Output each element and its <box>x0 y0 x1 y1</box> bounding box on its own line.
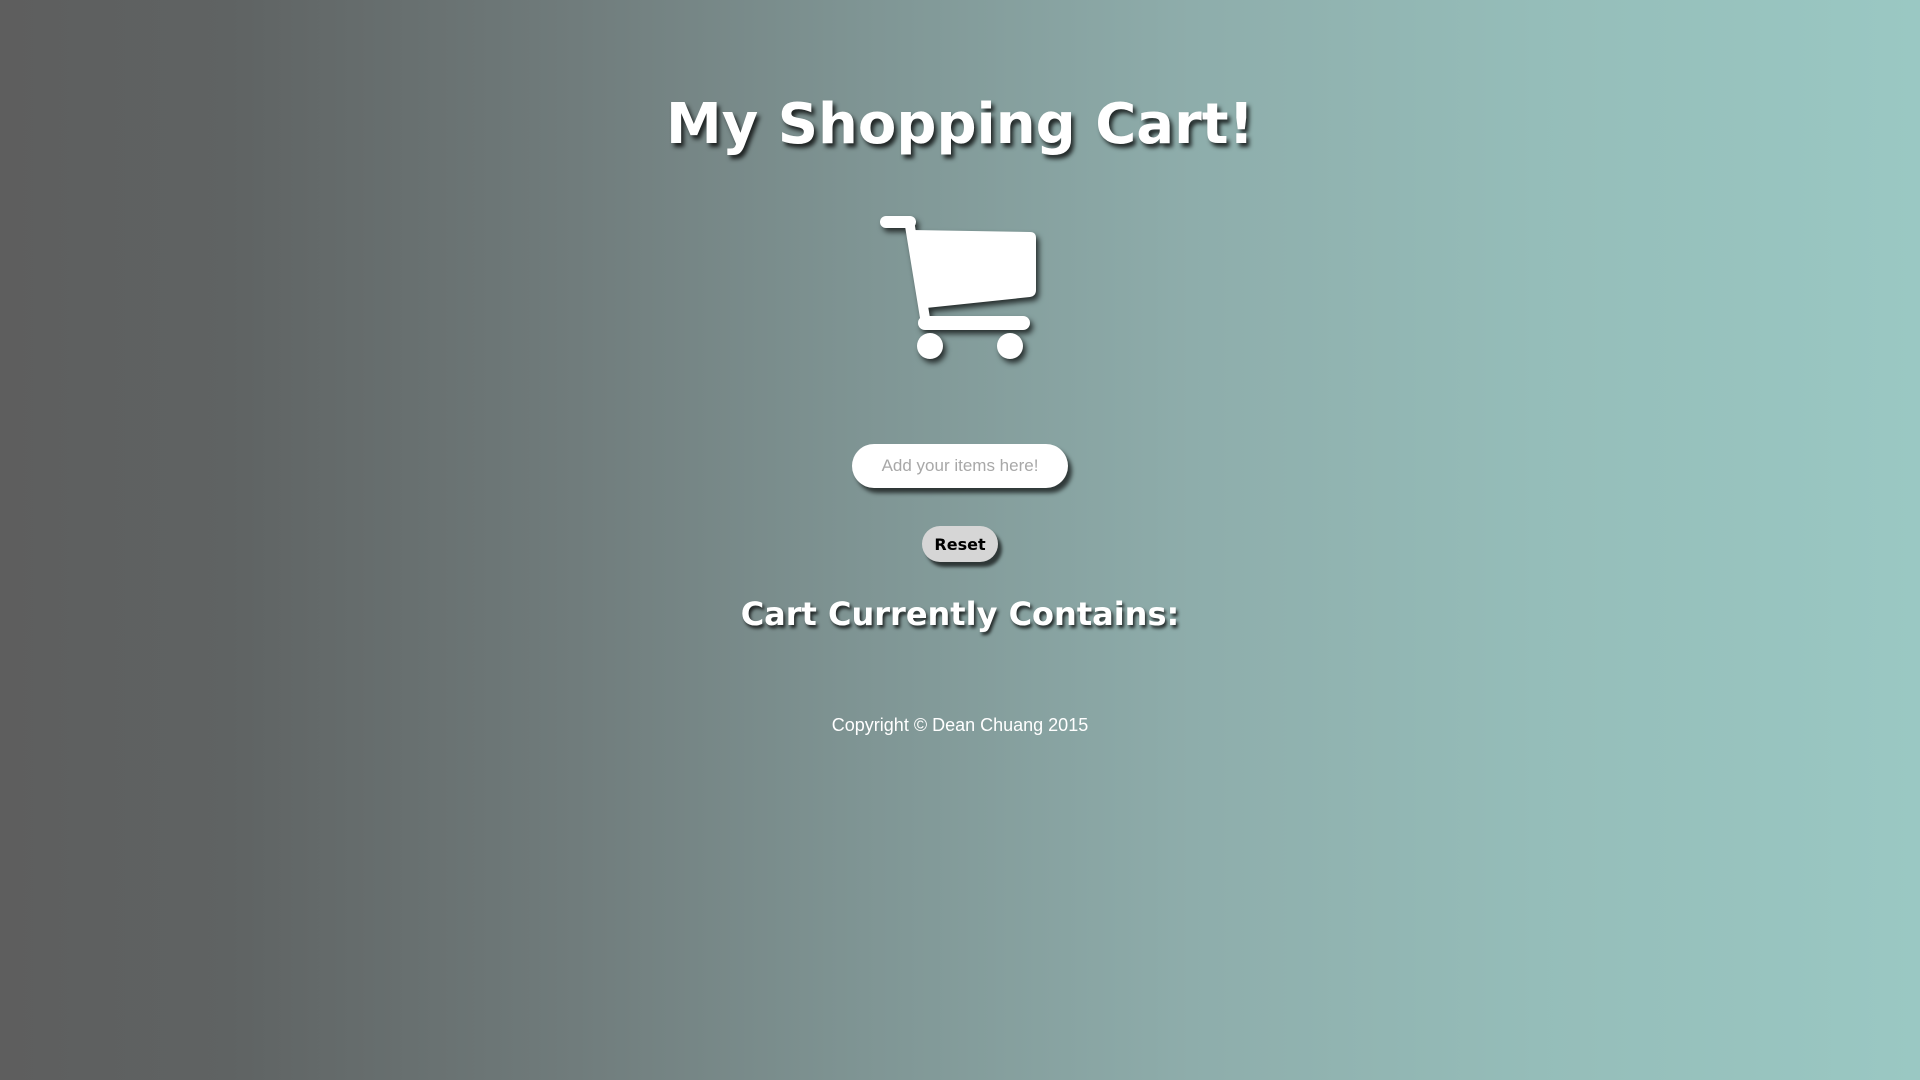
cart-heading: Cart Currently Contains: <box>740 595 1180 633</box>
page-title: My Shopping Cart! <box>665 92 1255 157</box>
copyright-text: Copyright © Dean Chuang 2015 <box>831 715 1089 735</box>
reset-button[interactable]: Reset <box>922 526 998 562</box>
cart-list <box>760 634 1160 694</box>
item-input[interactable] <box>852 444 1068 488</box>
page: My Shopping Cart! Reset Cart Currently C… <box>0 0 1920 1080</box>
shopping-cart-icon <box>880 216 1036 359</box>
item-form <box>852 444 1068 488</box>
